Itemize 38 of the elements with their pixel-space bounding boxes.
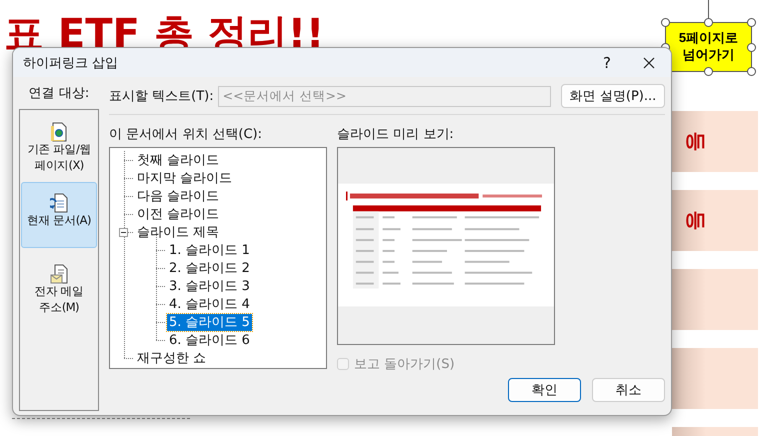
tree-item[interactable]: 5. 슬라이드 5 (167, 314, 252, 330)
web-page-icon (50, 122, 68, 142)
tree-item[interactable]: 3. 슬라이드 3 (167, 278, 252, 294)
tree-item[interactable]: 6. 슬라이드 6 (167, 332, 252, 348)
tree-item[interactable]: 슬라이드 제목 (135, 224, 222, 240)
window-title: 하이퍼링크 삽입 (23, 54, 120, 72)
document-icon (50, 193, 68, 213)
preview-label: 슬라이드 미리 보기: (337, 126, 455, 143)
tree-item[interactable]: 다음 슬라이드 (135, 188, 222, 204)
tree-item[interactable]: 마지막 슬라이드 (135, 170, 234, 186)
band-label: 등 (684, 210, 708, 230)
resize-handle[interactable] (747, 18, 756, 27)
link-type-item[interactable]: 현재 문서(A) (21, 182, 97, 248)
resize-handle[interactable] (747, 43, 756, 52)
dialog-button[interactable]: 취소 (592, 378, 665, 402)
resize-handle[interactable] (661, 18, 670, 27)
tree-item[interactable]: 1. 슬라이드 1 (167, 242, 252, 258)
tree-item[interactable]: 첫째 슬라이드 (135, 152, 222, 168)
tree-item[interactable]: 2. 슬라이드 2 (167, 260, 252, 276)
dialog-button[interactable]: 확인 (508, 378, 581, 402)
collapse-icon[interactable] (119, 228, 128, 236)
link-shape[interactable]: 5페이지로 넘어가기 (665, 22, 752, 72)
link-type-item[interactable]: 전자 메일 주소(M) (21, 253, 97, 319)
mail-icon (50, 264, 68, 284)
band-label: 등 (684, 132, 708, 152)
tree-item[interactable]: 이전 슬라이드 (135, 206, 222, 222)
help-button[interactable]: ? (587, 54, 627, 72)
screentip-button[interactable]: 화면 설명(P)... (561, 84, 665, 108)
resize-handle[interactable] (704, 18, 713, 27)
place-label: 이 문서에서 위치 선택(C): (109, 126, 263, 143)
tree-item[interactable]: 재구성한 쇼 (135, 350, 208, 366)
display-text-label: 표시할 텍스트(T): (109, 88, 214, 105)
resize-handle[interactable] (747, 67, 756, 76)
resize-handle[interactable] (704, 67, 713, 76)
link-type-item[interactable]: 기존 파일/웹 페이지(X) (21, 111, 97, 177)
link-to-label: 연결 대상: (28, 85, 90, 103)
tree-item[interactable]: 4. 슬라이드 4 (167, 296, 252, 312)
checkbox-label: 보고 돌아가기(S) (354, 356, 455, 373)
